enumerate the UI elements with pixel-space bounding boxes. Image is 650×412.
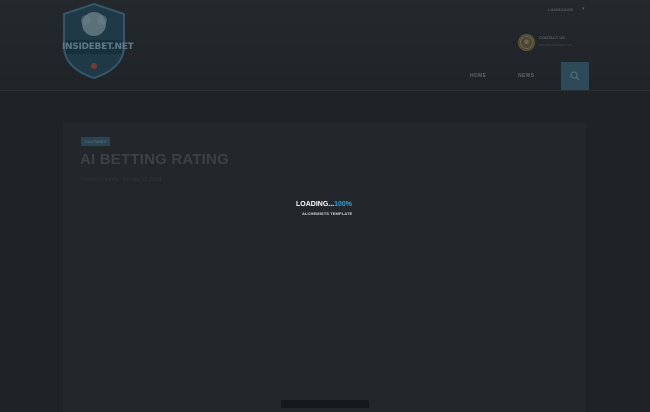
loading-overlay: LOADING...100% ALCHEMISTS TEMPLATE [0, 0, 650, 406]
page: INSIDEBET.NET LANGUAGE ▾ CONTACT US info… [0, 0, 650, 412]
loading-subtitle: ALCHEMISTS TEMPLATE [302, 211, 353, 216]
loading-label: LOADING... [296, 201, 335, 208]
loading-text: LOADING...100% [296, 201, 352, 208]
loading-percent: 100% [334, 201, 353, 208]
